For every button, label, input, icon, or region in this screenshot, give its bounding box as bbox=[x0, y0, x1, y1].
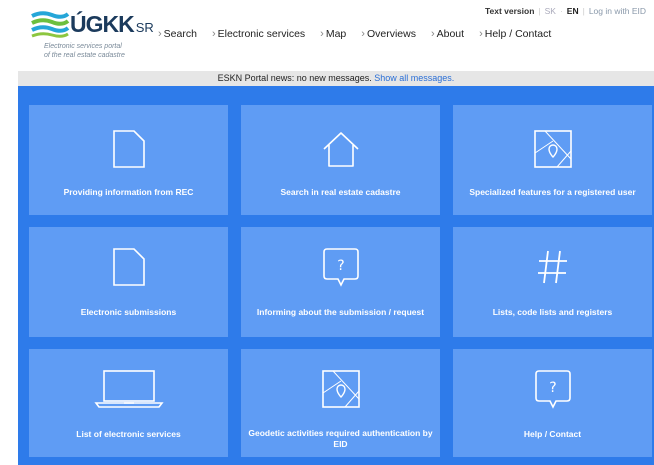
tile-providing-information[interactable]: Providing information from REC bbox=[29, 105, 228, 215]
nav-item-overviews[interactable]: › Overviews bbox=[361, 28, 416, 40]
divider: · bbox=[559, 6, 563, 16]
question-bubble-icon: ? bbox=[534, 370, 571, 409]
tile-list-electronic-services[interactable]: List of electronic services bbox=[29, 349, 228, 457]
tile-informing-submission[interactable]: ? Informing about the submission / reque… bbox=[241, 227, 440, 337]
divider: | bbox=[538, 6, 541, 16]
divider: | bbox=[582, 6, 585, 16]
main-nav: › Search › Electronic services › Map › Overv… bbox=[158, 28, 566, 40]
laptop-icon bbox=[93, 370, 164, 408]
tile-geodetic-activities[interactable]: Geodetic activities required authenticat… bbox=[241, 349, 440, 457]
question-bubble-icon: ? bbox=[322, 248, 359, 287]
chevron-right-icon: › bbox=[211, 28, 216, 40]
chevron-right-icon: › bbox=[430, 28, 435, 40]
house-icon bbox=[322, 132, 359, 167]
nav-item-electronic-services[interactable]: › Electronic services bbox=[212, 28, 305, 40]
tile-lists-registers[interactable]: Lists, code lists and registers bbox=[453, 227, 652, 337]
document-icon bbox=[112, 130, 145, 168]
nav-item-search[interactable]: › Search bbox=[158, 28, 197, 40]
tile-label: Specialized features for a registered us… bbox=[469, 187, 636, 197]
top-utility-bar: Text version | SK · EN | Log in with EID bbox=[485, 6, 646, 16]
chevron-right-icon: › bbox=[479, 28, 483, 40]
chevron-right-icon: › bbox=[361, 28, 365, 40]
text-version-link[interactable]: Text version bbox=[485, 6, 534, 16]
tile-label: List of electronic services bbox=[76, 429, 181, 439]
hash-icon bbox=[537, 250, 567, 284]
ugkk-logo[interactable]: ÚGKK SR Electronic services portal of the… bbox=[30, 7, 170, 65]
tile-label: Informing about the submission / request bbox=[256, 307, 425, 317]
chevron-right-icon: › bbox=[158, 28, 162, 40]
chevron-right-icon: › bbox=[320, 28, 324, 40]
lang-en-link[interactable]: EN bbox=[567, 6, 579, 16]
map-pin-icon bbox=[533, 130, 572, 168]
login-eid-link[interactable]: Log in with EID bbox=[589, 6, 646, 16]
nav-item-help-contact[interactable]: › Help / Contact bbox=[479, 28, 551, 40]
logo-stripes-icon bbox=[31, 11, 70, 38]
news-text: ESKN Portal news: no new messages. bbox=[217, 73, 372, 83]
document-icon bbox=[112, 248, 145, 286]
tile-label: Help / Contact bbox=[523, 429, 582, 439]
svg-text:?: ? bbox=[549, 380, 556, 396]
svg-text:?: ? bbox=[337, 258, 344, 274]
tile-help-contact[interactable]: ? Help / Contact bbox=[453, 349, 652, 457]
logo-tagline: Electronic services portal of the real e… bbox=[44, 43, 125, 59]
tile-specialized-features[interactable]: Specialized features for a registered us… bbox=[453, 105, 652, 215]
nav-item-map[interactable]: › Map bbox=[320, 28, 346, 40]
tile-label: Providing information from REC bbox=[63, 187, 194, 197]
map-pin-icon bbox=[321, 370, 360, 408]
news-bar: ESKN Portal news: no new messages. Show … bbox=[18, 71, 654, 86]
page-header: ÚGKK SR Electronic services portal of the… bbox=[0, 0, 654, 70]
lang-sk-link[interactable]: SK bbox=[545, 6, 556, 16]
tile-search-cadastre[interactable]: Search in real estate cadastre bbox=[241, 105, 440, 215]
tile-electronic-submissions[interactable]: Electronic submissions bbox=[29, 227, 228, 337]
tile-label: Lists, code lists and registers bbox=[492, 307, 613, 317]
tile-label: Geodetic activities required authenticat… bbox=[248, 428, 433, 449]
tile-label: Search in real estate cadastre bbox=[280, 187, 401, 197]
services-grid: Providing information from REC Search in… bbox=[18, 86, 654, 465]
nav-item-about[interactable]: › About bbox=[431, 28, 464, 40]
show-all-messages-link[interactable]: Show all messages. bbox=[374, 73, 454, 83]
logo-wordmark: ÚGKK SR bbox=[70, 11, 154, 37]
tile-label: Electronic submissions bbox=[80, 307, 177, 317]
